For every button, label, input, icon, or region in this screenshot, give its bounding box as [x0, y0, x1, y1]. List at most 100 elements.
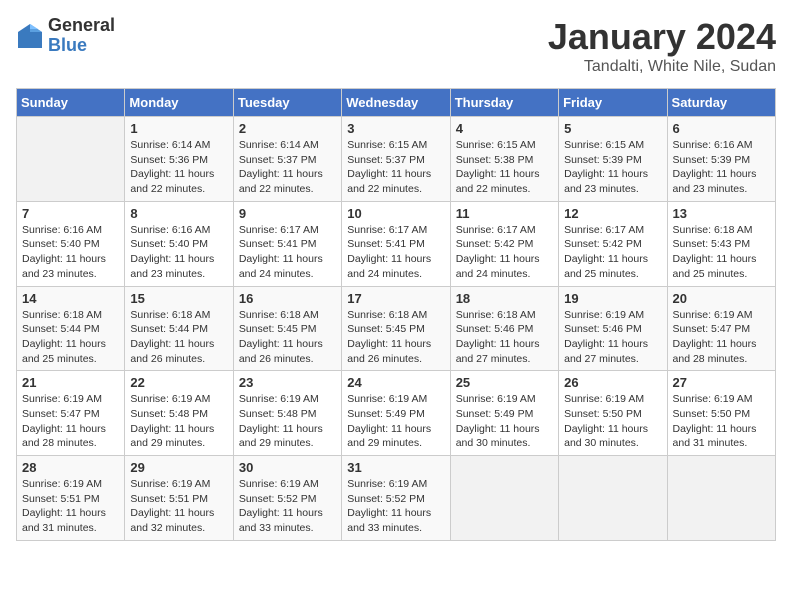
calendar-week-row: 14 Sunrise: 6:18 AM Sunset: 5:44 PM Dayli… — [17, 286, 776, 371]
calendar-week-row: 1Sunrise: 6:14 AM Sunset: 5:36 PM Daylig… — [17, 117, 776, 202]
day-info: Sunrise: 6:19 AM Sunset: 5:47 PM Dayligh… — [673, 308, 770, 367]
calendar-day-cell: 21 Sunrise: 6:19 AM Sunset: 5:47 PM Dayli… — [17, 371, 125, 456]
day-number: 25 — [456, 375, 553, 390]
day-info: Sunrise: 6:16 AM Sunset: 5:39 PM Dayligh… — [673, 138, 770, 197]
day-info: Sunrise: 6:19 AM Sunset: 5:51 PM Dayligh… — [22, 477, 119, 536]
day-number: 30 — [239, 460, 336, 475]
weekday-header: Sunday — [17, 89, 125, 117]
calendar-day-cell: 13Sunrise: 6:18 AM Sunset: 5:43 PM Dayli… — [667, 201, 775, 286]
calendar-day-cell: 23 Sunrise: 6:19 AM Sunset: 5:48 PM Dayli… — [233, 371, 341, 456]
day-info: Sunrise: 6:19 AM Sunset: 5:52 PM Dayligh… — [347, 477, 444, 536]
day-number: 4 — [456, 121, 553, 136]
day-number: 17 — [347, 291, 444, 306]
calendar-day-cell: 11 Sunrise: 6:17 AM Sunset: 5:42 PM Dayli… — [450, 201, 558, 286]
day-number: 6 — [673, 121, 770, 136]
day-info: Sunrise: 6:17 AM Sunset: 5:42 PM Dayligh… — [564, 223, 661, 282]
weekday-header: Friday — [559, 89, 667, 117]
calendar-day-cell: 17Sunrise: 6:18 AM Sunset: 5:45 PM Dayli… — [342, 286, 450, 371]
weekday-header: Tuesday — [233, 89, 341, 117]
day-number: 3 — [347, 121, 444, 136]
calendar-day-cell: 16 Sunrise: 6:18 AM Sunset: 5:45 PM Dayli… — [233, 286, 341, 371]
day-number: 11 — [456, 206, 553, 221]
calendar-day-cell — [450, 456, 558, 541]
calendar-day-cell: 22Sunrise: 6:19 AM Sunset: 5:48 PM Dayli… — [125, 371, 233, 456]
calendar-day-cell: 31Sunrise: 6:19 AM Sunset: 5:52 PM Dayli… — [342, 456, 450, 541]
calendar-day-cell: 24 Sunrise: 6:19 AM Sunset: 5:49 PM Dayli… — [342, 371, 450, 456]
day-number: 7 — [22, 206, 119, 221]
day-info: Sunrise: 6:18 AM Sunset: 5:43 PM Dayligh… — [673, 223, 770, 282]
day-number: 23 — [239, 375, 336, 390]
day-number: 2 — [239, 121, 336, 136]
day-info: Sunrise: 6:19 AM Sunset: 5:47 PM Dayligh… — [22, 392, 119, 451]
calendar-day-cell: 1Sunrise: 6:14 AM Sunset: 5:36 PM Daylig… — [125, 117, 233, 202]
calendar-day-cell: 18Sunrise: 6:18 AM Sunset: 5:46 PM Dayli… — [450, 286, 558, 371]
calendar-header-row: SundayMondayTuesdayWednesdayThursdayFrid… — [17, 89, 776, 117]
calendar-table: SundayMondayTuesdayWednesdayThursdayFrid… — [16, 88, 776, 541]
day-info: Sunrise: 6:19 AM Sunset: 5:48 PM Dayligh… — [239, 392, 336, 451]
weekday-header: Thursday — [450, 89, 558, 117]
calendar-day-cell: 4 Sunrise: 6:15 AM Sunset: 5:38 PM Daylig… — [450, 117, 558, 202]
month-title: January 2024 — [548, 16, 776, 58]
day-number: 5 — [564, 121, 661, 136]
calendar-day-cell: 25 Sunrise: 6:19 AM Sunset: 5:49 PM Dayli… — [450, 371, 558, 456]
calendar-week-row: 28 Sunrise: 6:19 AM Sunset: 5:51 PM Dayli… — [17, 456, 776, 541]
day-number: 8 — [130, 206, 227, 221]
calendar-week-row: 21 Sunrise: 6:19 AM Sunset: 5:47 PM Dayli… — [17, 371, 776, 456]
calendar-day-cell: 14Sunrise: 6:18 AM Sunset: 5:44 PM Dayli… — [17, 286, 125, 371]
day-info: Sunrise: 6:19 AM Sunset: 5:46 PM Dayligh… — [564, 308, 661, 367]
day-info: Sunrise: 6:16 AM Sunset: 5:40 PM Dayligh… — [130, 223, 227, 282]
weekday-header: Monday — [125, 89, 233, 117]
day-number: 14 — [22, 291, 119, 306]
calendar-day-cell: 12Sunrise: 6:17 AM Sunset: 5:42 PM Dayli… — [559, 201, 667, 286]
logo-general: General — [48, 15, 115, 35]
day-number: 21 — [22, 375, 119, 390]
day-number: 27 — [673, 375, 770, 390]
calendar-day-cell: 8 Sunrise: 6:16 AM Sunset: 5:40 PM Daylig… — [125, 201, 233, 286]
day-info: Sunrise: 6:14 AM Sunset: 5:37 PM Dayligh… — [239, 138, 336, 197]
day-number: 20 — [673, 291, 770, 306]
day-info: Sunrise: 6:18 AM Sunset: 5:44 PM Dayligh… — [130, 308, 227, 367]
calendar-day-cell: 3 Sunrise: 6:15 AM Sunset: 5:37 PM Daylig… — [342, 117, 450, 202]
day-number: 28 — [22, 460, 119, 475]
logo: General Blue — [16, 16, 115, 56]
calendar-day-cell: 5 Sunrise: 6:15 AM Sunset: 5:39 PM Daylig… — [559, 117, 667, 202]
day-info: Sunrise: 6:19 AM Sunset: 5:50 PM Dayligh… — [564, 392, 661, 451]
day-number: 29 — [130, 460, 227, 475]
calendar-day-cell: 19 Sunrise: 6:19 AM Sunset: 5:46 PM Dayli… — [559, 286, 667, 371]
logo-icon — [16, 22, 44, 50]
calendar-day-cell: 7 Sunrise: 6:16 AM Sunset: 5:40 PM Daylig… — [17, 201, 125, 286]
day-info: Sunrise: 6:17 AM Sunset: 5:42 PM Dayligh… — [456, 223, 553, 282]
day-number: 16 — [239, 291, 336, 306]
day-number: 26 — [564, 375, 661, 390]
title-area: January 2024 Tandalti, White Nile, Sudan — [548, 16, 776, 76]
day-info: Sunrise: 6:19 AM Sunset: 5:49 PM Dayligh… — [347, 392, 444, 451]
day-number: 10 — [347, 206, 444, 221]
weekday-header: Saturday — [667, 89, 775, 117]
calendar-day-cell: 26 Sunrise: 6:19 AM Sunset: 5:50 PM Dayli… — [559, 371, 667, 456]
day-info: Sunrise: 6:19 AM Sunset: 5:49 PM Dayligh… — [456, 392, 553, 451]
day-info: Sunrise: 6:19 AM Sunset: 5:52 PM Dayligh… — [239, 477, 336, 536]
day-info: Sunrise: 6:15 AM Sunset: 5:39 PM Dayligh… — [564, 138, 661, 197]
day-info: Sunrise: 6:15 AM Sunset: 5:38 PM Dayligh… — [456, 138, 553, 197]
day-number: 19 — [564, 291, 661, 306]
logo-blue: Blue — [48, 35, 87, 55]
day-info: Sunrise: 6:18 AM Sunset: 5:45 PM Dayligh… — [239, 308, 336, 367]
day-info: Sunrise: 6:18 AM Sunset: 5:46 PM Dayligh… — [456, 308, 553, 367]
day-info: Sunrise: 6:15 AM Sunset: 5:37 PM Dayligh… — [347, 138, 444, 197]
day-info: Sunrise: 6:17 AM Sunset: 5:41 PM Dayligh… — [239, 223, 336, 282]
day-info: Sunrise: 6:16 AM Sunset: 5:40 PM Dayligh… — [22, 223, 119, 282]
day-info: Sunrise: 6:19 AM Sunset: 5:50 PM Dayligh… — [673, 392, 770, 451]
day-number: 24 — [347, 375, 444, 390]
day-number: 15 — [130, 291, 227, 306]
calendar-day-cell: 10Sunrise: 6:17 AM Sunset: 5:41 PM Dayli… — [342, 201, 450, 286]
weekday-header: Wednesday — [342, 89, 450, 117]
calendar-day-cell: 6 Sunrise: 6:16 AM Sunset: 5:39 PM Daylig… — [667, 117, 775, 202]
location-title: Tandalti, White Nile, Sudan — [548, 58, 776, 76]
day-info: Sunrise: 6:19 AM Sunset: 5:51 PM Dayligh… — [130, 477, 227, 536]
calendar-day-cell: 2 Sunrise: 6:14 AM Sunset: 5:37 PM Daylig… — [233, 117, 341, 202]
calendar-week-row: 7 Sunrise: 6:16 AM Sunset: 5:40 PM Daylig… — [17, 201, 776, 286]
calendar-day-cell: 20 Sunrise: 6:19 AM Sunset: 5:47 PM Dayli… — [667, 286, 775, 371]
calendar-day-cell — [559, 456, 667, 541]
page-header: General Blue January 2024 Tandalti, Whit… — [16, 16, 776, 76]
day-info: Sunrise: 6:19 AM Sunset: 5:48 PM Dayligh… — [130, 392, 227, 451]
